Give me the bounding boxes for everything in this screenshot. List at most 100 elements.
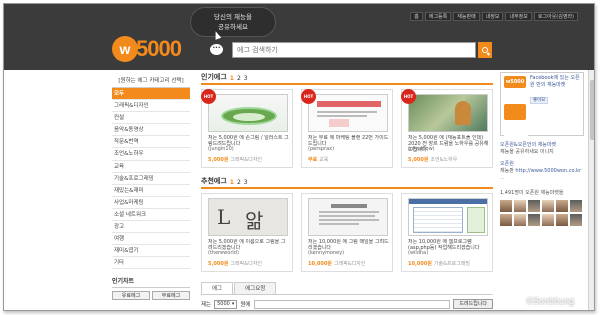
feed-url-prefix: 재능판	[500, 168, 514, 174]
egg-description-input[interactable]	[253, 299, 451, 309]
category-item-business[interactable]: 사업&마케팅	[112, 197, 190, 209]
egg-meta: 10,000원 그래픽&디자인	[308, 260, 365, 267]
search-input[interactable]	[233, 43, 475, 57]
egg-thumbnail[interactable]	[408, 198, 488, 236]
fan-avatar[interactable]	[570, 214, 582, 226]
logo-text: 5000	[136, 36, 182, 61]
nav-my-info[interactable]: 내정보	[481, 12, 504, 21]
fan-avatar[interactable]	[542, 214, 554, 226]
filter-prefix: 제는	[201, 302, 212, 308]
feed-author-link[interactable]: 오픈원	[500, 161, 584, 168]
page-scrollbar[interactable]	[588, 70, 594, 310]
nav-logout[interactable]: 로그아웃(김영라)	[533, 12, 578, 21]
recommended-page-3[interactable]: 3	[244, 179, 248, 186]
category-item-travel[interactable]: 여행	[112, 233, 190, 246]
feed-title[interactable]: 오픈원&오픈언의 재능마켓	[500, 142, 584, 149]
category-item-etc[interactable]: 기타	[112, 257, 190, 270]
fan-avatar[interactable]	[514, 200, 526, 212]
egg-card[interactable]: HOT 저는 무료 에 마케팅 블랜 22번 가이드 드립니다 (perspra…	[301, 89, 393, 168]
egg-author: (persprax)	[308, 146, 335, 152]
watermark: ©Sonbbung	[526, 296, 574, 306]
main-content: 인기에그 1 2 3 HOT 저는 5,000원 에 손그림 / 일러스트 그림…	[201, 73, 493, 309]
feed-text: 재능을 공유하세요 이니지	[500, 149, 554, 155]
egg-thumbnail[interactable]	[208, 94, 288, 132]
popular-page-2[interactable]: 2	[237, 75, 241, 82]
popular-title: 인기에그	[201, 73, 227, 81]
recommended-page-1[interactable]: 1	[230, 179, 234, 186]
tagline-bubble: 당신의 재능을 공유하세요	[190, 7, 276, 37]
fan-avatar[interactable]	[528, 200, 540, 212]
egg-category: 그래픽&디자인	[333, 261, 366, 267]
page-logo-label: w5000	[504, 76, 526, 88]
site-logo[interactable]: w 5000	[112, 36, 182, 62]
tab-egg[interactable]: 에그	[201, 282, 234, 294]
price-select[interactable]: 5000 ▾	[214, 299, 238, 309]
fan-avatar[interactable]	[514, 214, 526, 226]
fan-avatar[interactable]	[542, 200, 554, 212]
egg-meta: 5,000원 조언&노하우	[408, 156, 457, 163]
fan-avatar[interactable]	[500, 200, 512, 212]
submit-egg-button[interactable]: 드려드립니다	[453, 299, 493, 309]
like-button[interactable]: 좋아요	[530, 97, 549, 104]
egg-card[interactable]: 저는 10,000원 에 그림 매일을 그려드리겠습니다 (kennymoney…	[301, 193, 393, 272]
fan-avatar[interactable]	[500, 214, 512, 226]
popular-chart-title: 인기차트	[112, 276, 190, 289]
nav-home[interactable]: 홈	[410, 12, 423, 21]
category-item-all[interactable]: 모두	[112, 88, 190, 101]
egg-thumbnail[interactable]	[308, 94, 388, 132]
category-item-education[interactable]: 교육	[112, 161, 190, 173]
fan-avatar[interactable]	[556, 214, 568, 226]
egg-card[interactable]: 저는 10,000원 에 웹프로그램 (asp,php등) 작업해드리겠습니다 …	[401, 193, 493, 272]
category-title: [원하는 에그 카테고리 선택]	[112, 74, 190, 88]
category-item-graphic[interactable]: 그래픽&디자인	[112, 100, 190, 113]
egg-card[interactable]: HOT 저는 5,000원 에 (재능포트폴 인데) 2020 전 장르 드럼을…	[401, 89, 493, 168]
nav-egg-register[interactable]: 에그등록	[424, 12, 452, 21]
facebook-like-box: w5000 Facebook에 있는 오픈원 만의 재능마켓 좋아요	[500, 72, 584, 136]
facebook-sidebar: w5000 Facebook에 있는 오픈원 만의 재능마켓 좋아요 오픈원&오…	[500, 72, 584, 226]
chart-tabs: 유료에그 무료에그	[112, 291, 190, 301]
site-header: 당신의 재능을 공유하세요 홈 에그등록 재능판매 내정보 내부정보 로그아웃(…	[4, 4, 594, 70]
recommended-title: 추천에그	[201, 177, 227, 185]
popular-page-3[interactable]: 3	[244, 75, 248, 82]
fan-avatar[interactable]	[570, 200, 582, 212]
facebook-feed: 오픈원&오픈언의 재능마켓 재능을 공유하세요 이니지 오픈원 재능판 http…	[500, 142, 584, 226]
top-navigation: 홈 에그등록 재능판매 내정보 내부정보 로그아웃(김영라)	[410, 12, 578, 21]
fan-avatar[interactable]	[556, 200, 568, 212]
nav-talent-sell[interactable]: 재능판매	[453, 12, 480, 21]
nav-my-detail[interactable]: 내부정보	[505, 12, 532, 21]
egg-author: (royalflow)	[408, 146, 435, 152]
category-item-advice[interactable]: 조언&노하우	[112, 148, 190, 161]
facebook-page-text[interactable]: Facebook에 있는 오픈원 만의 재능마켓	[530, 75, 584, 89]
search-button[interactable]	[478, 42, 492, 58]
category-item-social[interactable]: 소셜 네트워크	[112, 209, 190, 222]
magnifier-icon	[482, 47, 488, 53]
egg-card[interactable]: HOT 저는 5,000원 에 손그림 / 일러스트 그림드려드립니다 (jun…	[201, 89, 293, 168]
egg-category: 그래픽&디자인	[230, 261, 262, 267]
browser-frame: 당신의 재능을 공유하세요 홈 에그등록 재능판매 내정보 내부정보 로그아웃(…	[3, 3, 595, 311]
category-item-bizarre[interactable]: 재미&엽기	[112, 245, 190, 258]
tab-paid-egg[interactable]: 유료에그	[112, 291, 150, 301]
chat-bubble-icon[interactable]: ···	[210, 44, 223, 55]
egg-card[interactable]: L앎 저는 5,000원 에 이름으로 그림을 그려드리겠습니다 (therew…	[201, 193, 293, 272]
page-logo[interactable]: w5000	[504, 76, 528, 136]
egg-thumbnail[interactable]	[408, 94, 488, 132]
feed-url-link[interactable]: http://www.5000won.co.kr	[515, 168, 581, 174]
recommended-page-2[interactable]: 2	[237, 179, 241, 186]
egg-thumbnail[interactable]: L앎	[208, 198, 288, 236]
category-item-writing[interactable]: 작문&번역	[112, 136, 190, 149]
tab-free-egg[interactable]: 무료에그	[152, 291, 190, 301]
fan-avatar[interactable]	[528, 214, 540, 226]
feed-more: ...	[500, 175, 505, 181]
category-item-ads[interactable]: 광고	[112, 221, 190, 234]
category-item-tech[interactable]: 기술&프로그래밍	[112, 173, 190, 185]
category-item-consult[interactable]: 컨설	[112, 112, 190, 125]
popular-page-1[interactable]: 1	[230, 75, 234, 82]
egg-category: 기술&프로그래밍	[433, 261, 471, 267]
scrollbar-thumb[interactable]	[590, 80, 594, 140]
egg-category: 그래픽&디자인	[230, 157, 262, 163]
category-item-fun[interactable]: 재밌는&재미	[112, 185, 190, 197]
egg-category: 조언&노하우	[430, 157, 458, 163]
tab-egg-request[interactable]: 에그요청	[234, 282, 277, 294]
egg-thumbnail[interactable]	[308, 198, 388, 236]
category-item-music-video[interactable]: 음악&동영상	[112, 124, 190, 137]
